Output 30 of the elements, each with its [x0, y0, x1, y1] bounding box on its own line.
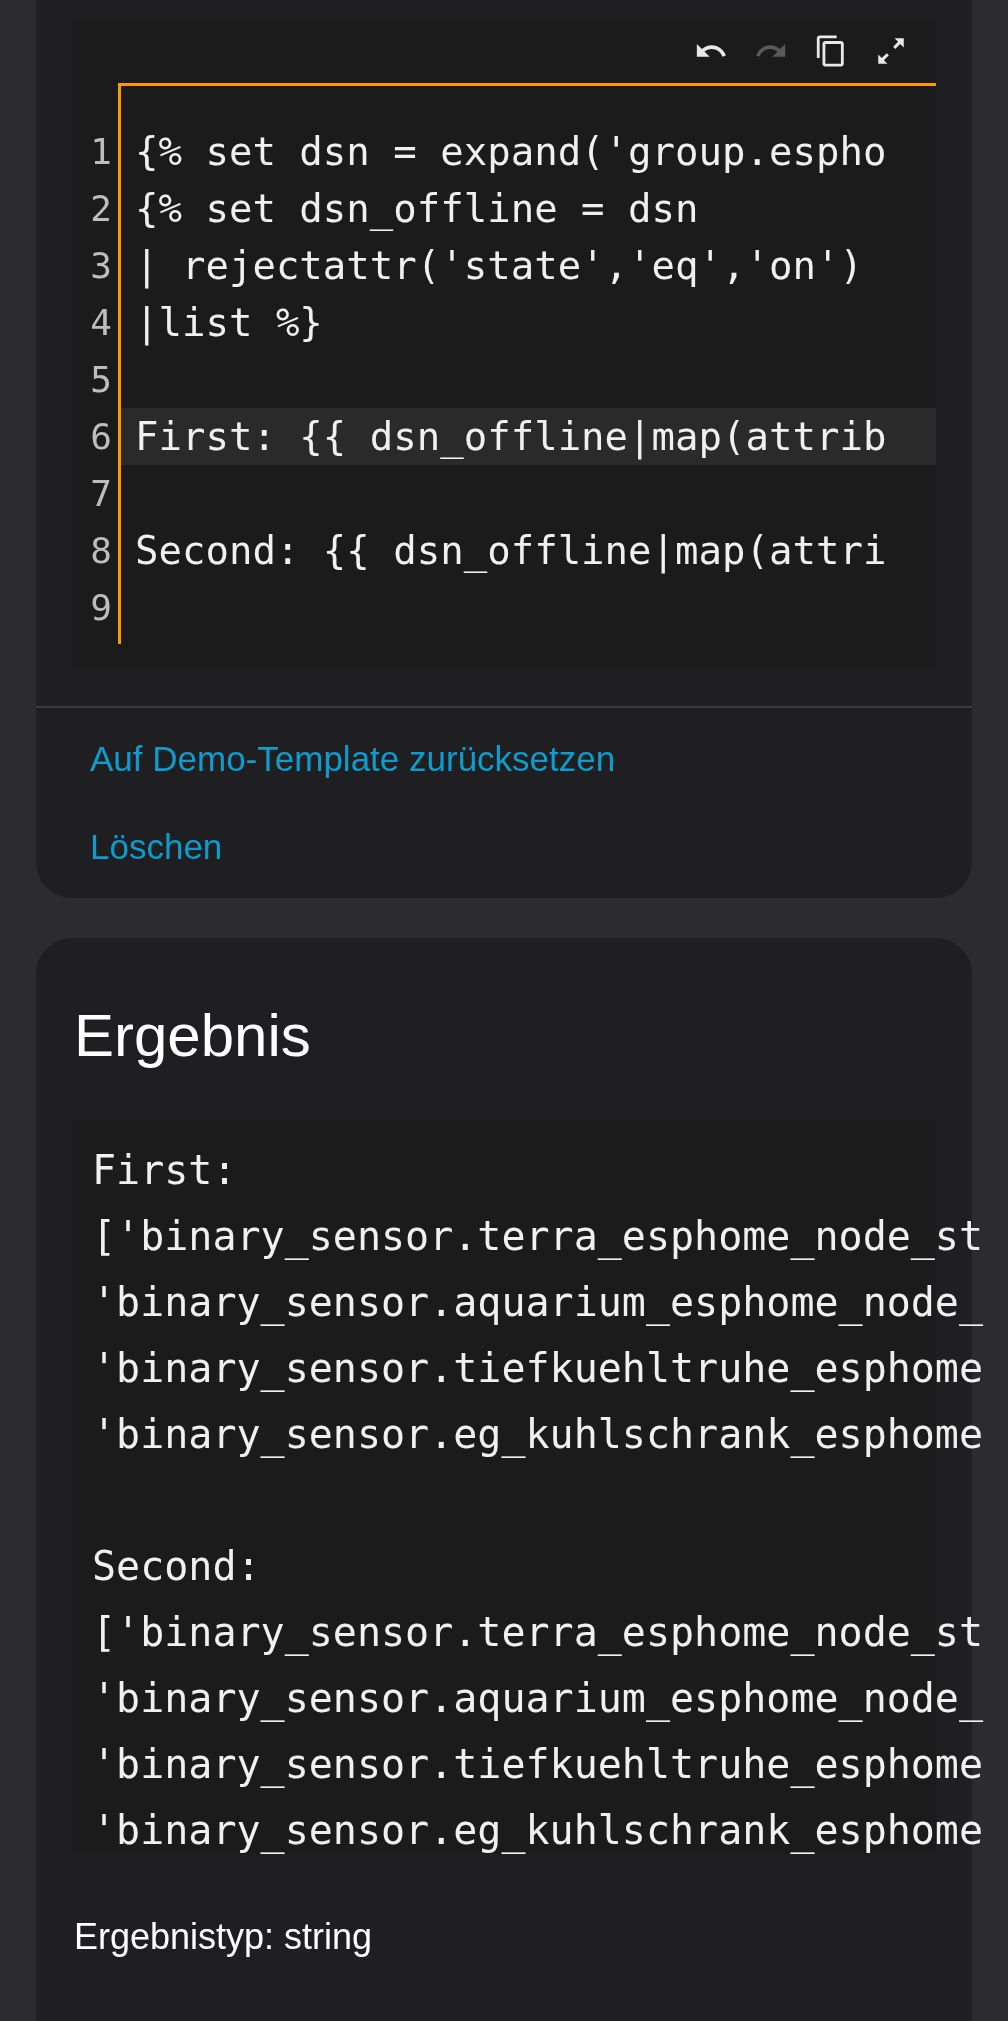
code-line: |list %}	[135, 300, 323, 345]
code-line: {% set dsn = expand('group.espho	[135, 129, 887, 174]
output-line: ['binary_sensor.terra_esphome_node_st	[92, 1212, 984, 1261]
code-line: | rejectattr('state','eq','on')	[135, 243, 863, 288]
line-number: 3	[90, 244, 112, 288]
text-link-button[interactable]: Auf Demo-Template zurücksetzen	[90, 738, 616, 780]
output-line: 'binary_sensor.aquarium_esphome_node_	[92, 1674, 984, 1723]
line-number: 7	[90, 472, 112, 516]
output-line: First:	[92, 1146, 237, 1195]
line-number: 6	[90, 415, 112, 459]
output-line: 'binary_sensor.eg_kuhlschrank_esphome	[92, 1806, 984, 1855]
code-line: Second: {{ dsn_offline|map(attri	[135, 528, 887, 573]
code-editor[interactable]: 1 2 3 4 5 6 7 8 9 {% set dsn = expand('group.espho {% set dsn_offline = dsn | rejectattr('state','eq','on') |list %} First: {{ dsn_offline|map(attrib Second: {{ dsn_offline|map(attri	[72, 18, 936, 670]
line-number: 9	[90, 586, 112, 630]
output-line: 'binary_sensor.tiefkuehltruhe_esphome	[92, 1344, 984, 1393]
output-line: ['binary_sensor.terra_esphome_node_st	[92, 1608, 984, 1657]
output-line: Second:	[92, 1542, 261, 1591]
line-number: 4	[90, 301, 112, 345]
result-type-text: Ergebnistyp: string	[74, 1916, 374, 1958]
line-number: 8	[90, 529, 112, 573]
code-line: {% set dsn_offline = dsn	[135, 186, 699, 231]
section-title: Ergebnis	[74, 1001, 312, 1071]
line-number: 5	[90, 358, 112, 402]
output-line: 'binary_sensor.tiefkuehltruhe_esphome	[92, 1740, 984, 1789]
code-line: First: {{ dsn_offline|map(attrib	[135, 414, 887, 459]
line-number: 2	[90, 187, 112, 231]
text-link-button[interactable]: Löschen	[90, 826, 223, 868]
output-line: 'binary_sensor.eg_kuhlschrank_esphome	[92, 1410, 984, 1459]
output-line: 'binary_sensor.aquarium_esphome_node_	[92, 1278, 984, 1327]
line-number: 1	[90, 130, 112, 174]
